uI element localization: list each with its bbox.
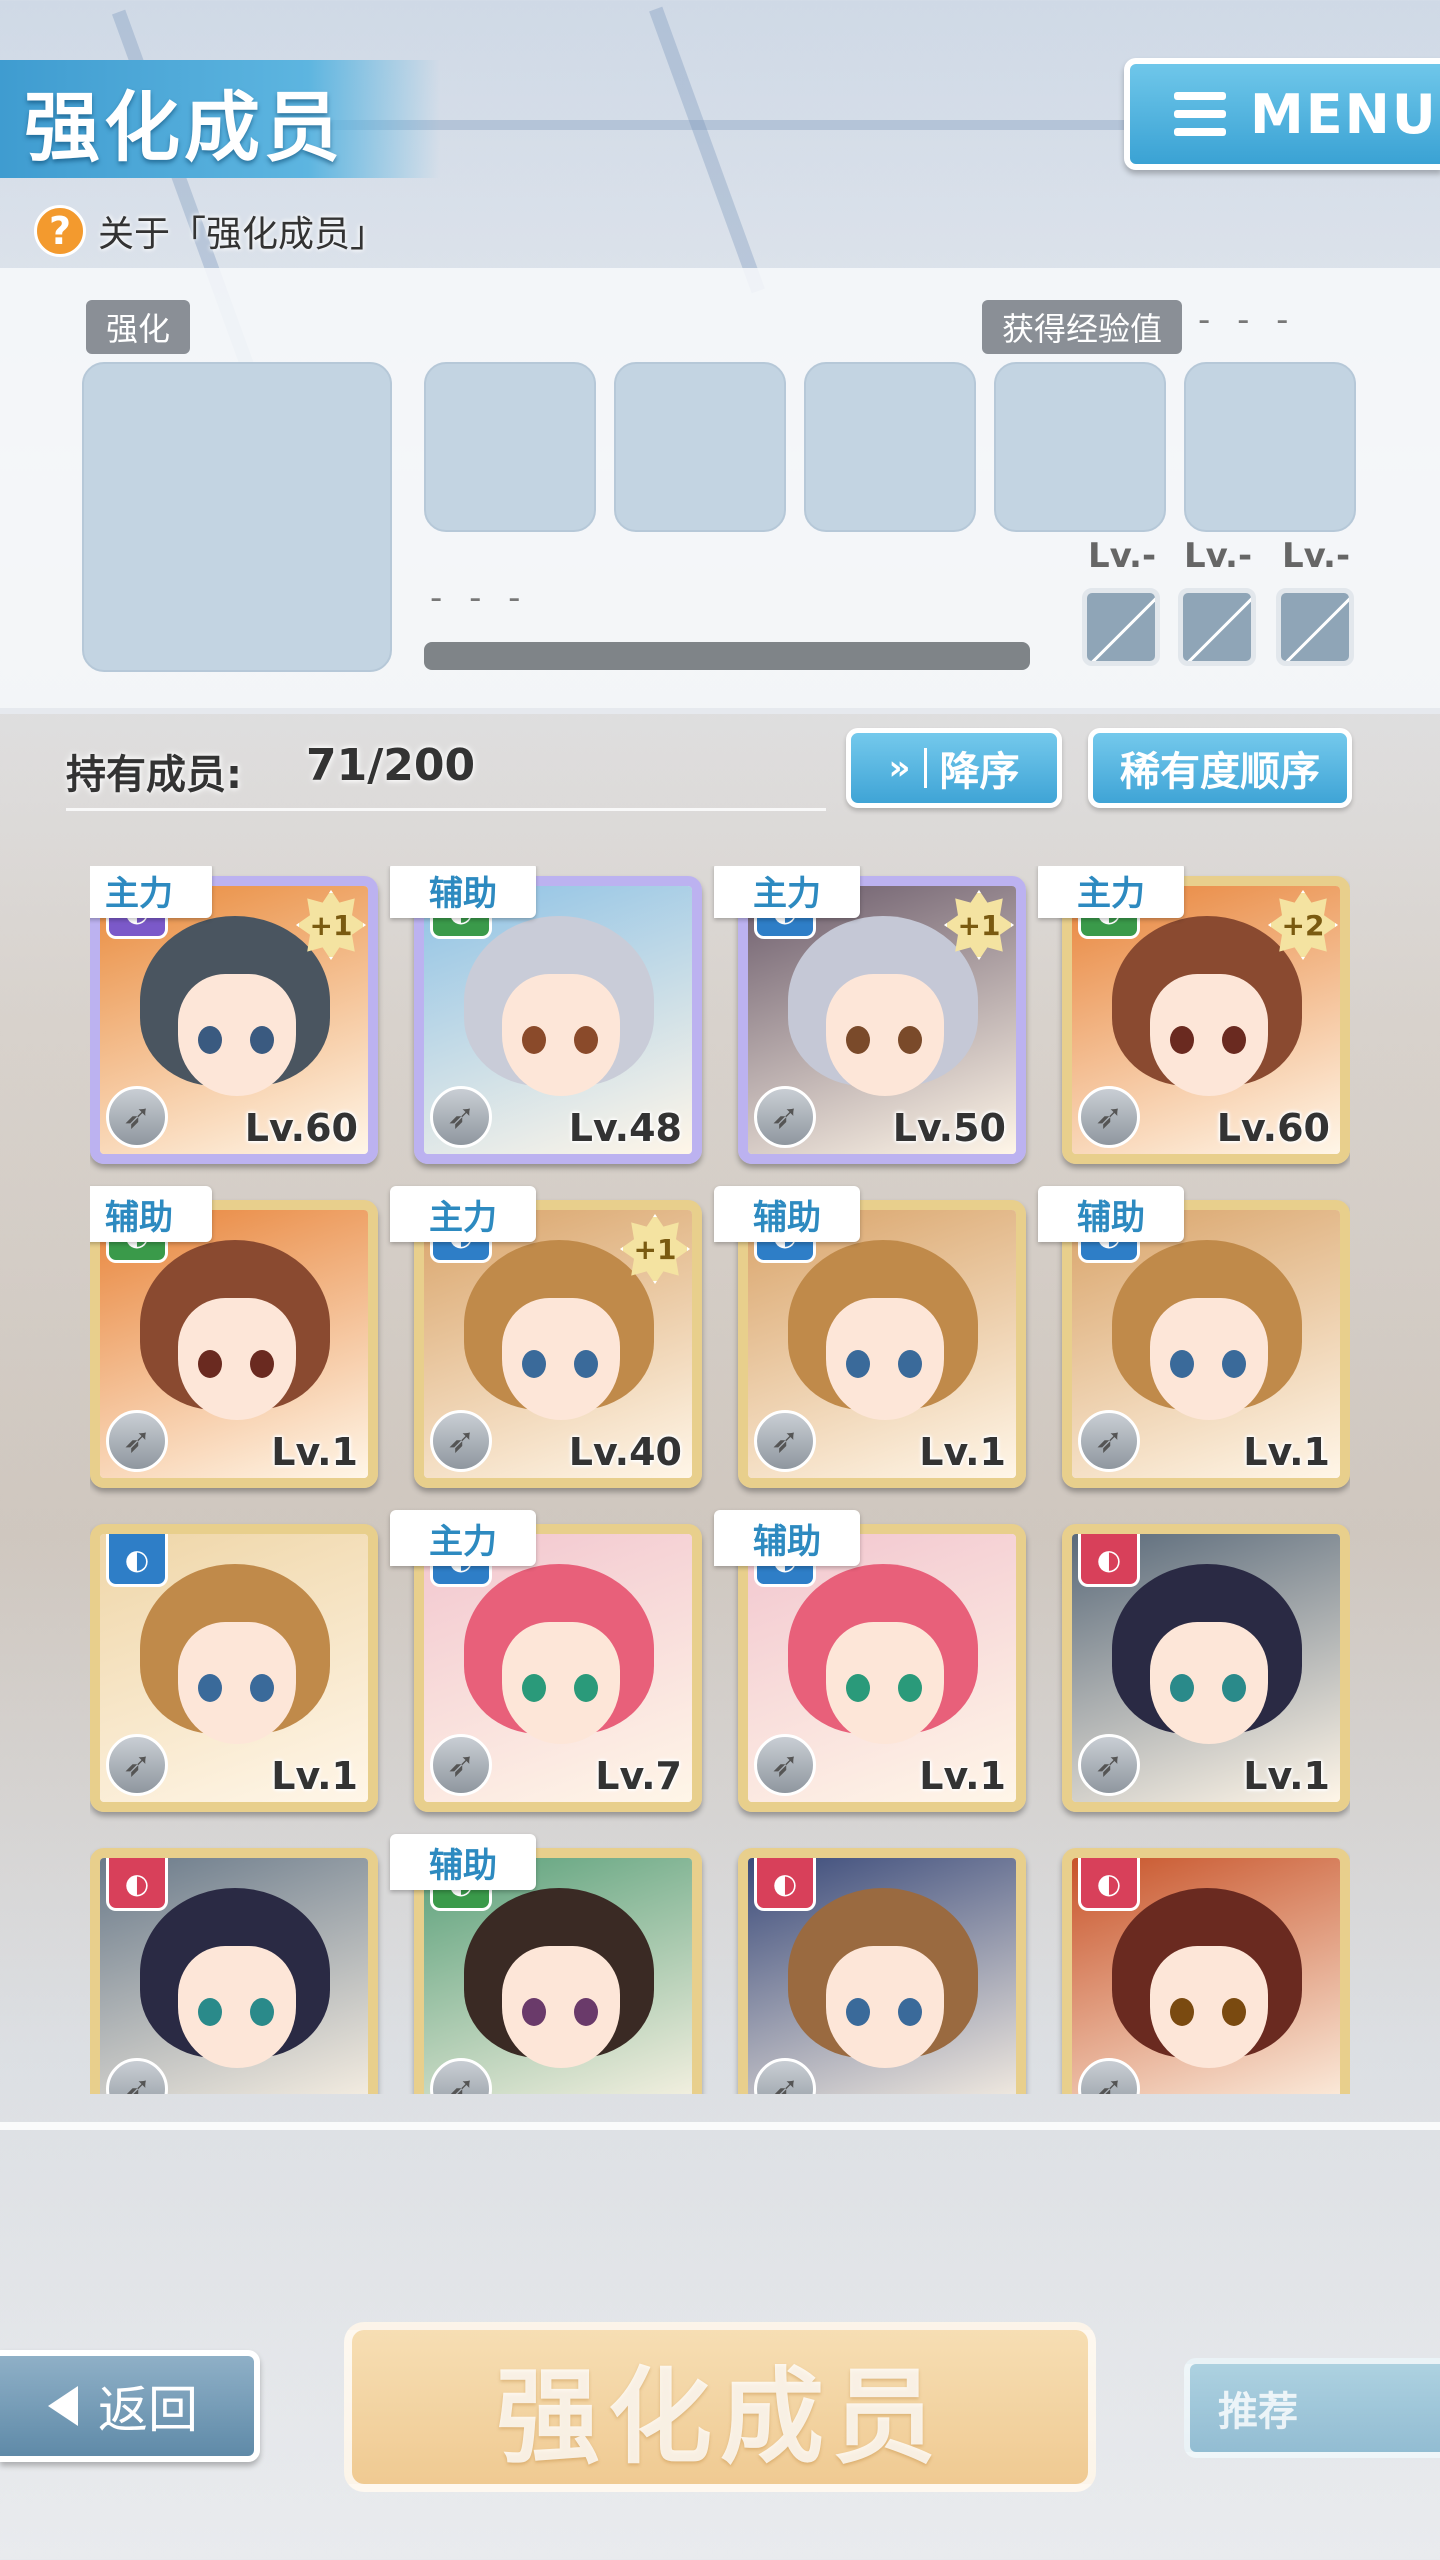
member-level: Lv.60 xyxy=(1216,1106,1330,1150)
member-level: Lv.1 xyxy=(919,1430,1006,1474)
role-tag: 主力 xyxy=(390,1186,536,1242)
sort-order-label: 降序 xyxy=(939,749,1020,795)
member-level: Lv.7 xyxy=(595,1754,682,1798)
role-tag: 辅助 xyxy=(390,866,536,918)
member-card[interactable]: ◐➶Lv.1 xyxy=(1062,1200,1350,1488)
weapon-type-icon: ➶ xyxy=(106,1410,168,1472)
member-card[interactable]: ◐ ➶ Lv.1 xyxy=(1062,1524,1350,1812)
back-label: 返回 xyxy=(98,2381,198,2439)
divider xyxy=(0,2122,1440,2130)
page-title: 强化成员 xyxy=(24,83,344,172)
member-level: Lv.1 xyxy=(919,1754,1006,1798)
member-card[interactable]: ◐➶ xyxy=(738,1848,1026,2094)
owned-members-count: 71/200 xyxy=(306,740,476,791)
help-link[interactable]: ? 关于「强化成员」 xyxy=(34,205,386,257)
role-tag: 主力 xyxy=(390,1510,536,1566)
role-tag: 辅助 xyxy=(90,1186,212,1242)
member-card[interactable]: ◐➶Lv.7 xyxy=(414,1524,702,1812)
member-level: Lv.1 xyxy=(271,1430,358,1474)
member-card[interactable]: ◐+1➶Lv.40 xyxy=(414,1200,702,1488)
member-card[interactable]: ◐➶ xyxy=(1062,1848,1350,2094)
role-tag: 主力 xyxy=(1038,866,1184,918)
weapon-type-icon: ➶ xyxy=(106,1734,168,1796)
member-card[interactable]: ◐ ➶ Lv.1 xyxy=(90,1524,378,1812)
attribute-icon: ◐ xyxy=(106,1534,168,1587)
help-text: 关于「强化成员」 xyxy=(98,214,387,255)
member-level: Lv.60 xyxy=(244,1106,358,1150)
skill-level-label: Lv.- xyxy=(1184,536,1253,576)
target-member-slot[interactable] xyxy=(82,362,392,672)
weapon-type-icon: ➶ xyxy=(430,1086,492,1148)
role-tag: 辅助 xyxy=(390,1834,536,1890)
enhance-member-button[interactable]: 强化成员 xyxy=(344,2322,1096,2492)
member-card[interactable]: ◐+2➶Lv.60 xyxy=(1062,876,1350,1164)
menu-label: MENU xyxy=(1250,82,1438,146)
member-level: Lv.50 xyxy=(892,1106,1006,1150)
role-tag: 主力 xyxy=(90,866,212,918)
weapon-type-icon: ➶ xyxy=(754,1086,816,1148)
weapon-type-icon: ➶ xyxy=(1078,1734,1140,1796)
sort-by-label: 稀有度顺序 xyxy=(1120,749,1320,795)
material-slot-4[interactable] xyxy=(994,362,1166,532)
attribute-icon: ◐ xyxy=(106,1858,168,1911)
exp-bar-value: - - - xyxy=(430,578,529,618)
divider xyxy=(66,808,826,811)
member-level: Lv.40 xyxy=(568,1430,682,1474)
member-level: Lv.1 xyxy=(1243,1430,1330,1474)
member-card[interactable]: ◐➶Lv.1 xyxy=(738,1200,1026,1488)
member-card[interactable]: ◐➶ xyxy=(90,1848,378,2094)
hamburger-icon xyxy=(1174,92,1226,136)
role-tag: 辅助 xyxy=(714,1186,860,1242)
role-tag: 辅助 xyxy=(1038,1186,1184,1242)
role-tag: 辅助 xyxy=(714,1510,860,1566)
help-icon: ? xyxy=(34,205,86,257)
member-level: Lv.1 xyxy=(1243,1754,1330,1798)
weapon-type-icon: ➶ xyxy=(1078,1086,1140,1148)
exp-value: - - - xyxy=(1198,300,1297,340)
back-button[interactable]: 返回 xyxy=(0,2350,260,2462)
weapon-type-icon: ➶ xyxy=(754,1410,816,1472)
recommend-button[interactable]: 推荐 xyxy=(1184,2358,1440,2458)
back-arrow-icon xyxy=(48,2386,78,2426)
member-card[interactable]: ◐➶Lv.1 xyxy=(738,1524,1026,1812)
member-grid: ◐+1➶Lv.60主力◐➶Lv.48辅助◐+1➶Lv.50主力◐+2➶Lv.60… xyxy=(90,866,1350,2094)
menu-button[interactable]: MENU xyxy=(1124,58,1440,170)
material-slot-2[interactable] xyxy=(614,362,786,532)
owned-members-label: 持有成员: xyxy=(66,752,242,798)
attribute-icon: ◐ xyxy=(1078,1534,1140,1587)
attribute-icon: ◐ xyxy=(754,1858,816,1911)
role-tag: 主力 xyxy=(714,866,860,918)
skill-slot-empty xyxy=(1276,588,1354,666)
member-card[interactable]: ◐+1➶Lv.50 xyxy=(738,876,1026,1164)
member-level: Lv.1 xyxy=(271,1754,358,1798)
sort-order-button[interactable]: » 降序 xyxy=(846,728,1062,808)
skill-level-label: Lv.- xyxy=(1088,536,1157,576)
exp-tag: 获得经验值 xyxy=(982,300,1183,354)
attribute-icon: ◐ xyxy=(1078,1858,1140,1911)
member-card[interactable]: ◐➶Lv.1 xyxy=(90,1200,378,1488)
weapon-type-icon: ➶ xyxy=(106,1086,168,1148)
weapon-type-icon: ➶ xyxy=(1078,1410,1140,1472)
member-card[interactable]: ◐+1➶Lv.60 xyxy=(90,876,378,1164)
exp-progress-bar xyxy=(424,642,1030,670)
weapon-type-icon: ➶ xyxy=(430,1410,492,1472)
chevron-double-down-icon: » xyxy=(889,748,928,788)
sort-by-button[interactable]: 稀有度顺序 xyxy=(1088,728,1352,808)
material-slot-1[interactable] xyxy=(424,362,596,532)
member-card[interactable]: ◐➶Lv.48 xyxy=(414,876,702,1164)
enhance-tag: 强化 xyxy=(86,300,191,354)
weapon-type-icon: ➶ xyxy=(754,1734,816,1796)
material-slot-5[interactable] xyxy=(1184,362,1356,532)
skill-level-label: Lv.- xyxy=(1282,536,1351,576)
member-level: Lv.48 xyxy=(568,1106,682,1150)
skill-slot-empty xyxy=(1082,588,1160,666)
skill-slot-empty xyxy=(1178,588,1256,666)
weapon-type-icon: ➶ xyxy=(430,1734,492,1796)
material-slot-3[interactable] xyxy=(804,362,976,532)
